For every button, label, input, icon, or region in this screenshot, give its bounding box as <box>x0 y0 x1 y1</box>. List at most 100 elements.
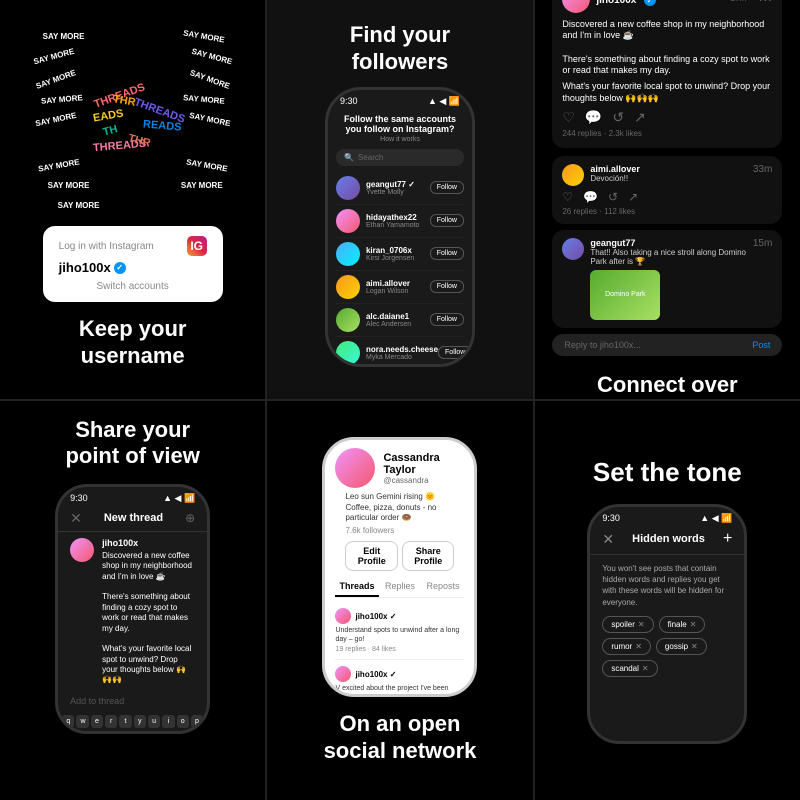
reply-1-time: 33m <box>753 164 772 175</box>
say-more-14: SAY MORE <box>34 110 77 127</box>
profile-buttons: Edit Profile Share Profile <box>335 541 464 577</box>
profile-top: Cassandra Taylor @cassandra <box>335 448 464 488</box>
say-more-12: SAY MORE <box>40 93 82 106</box>
tag-rumor-remove[interactable]: ✕ <box>635 642 642 651</box>
follow-btn-6[interactable]: Follow <box>438 346 472 359</box>
reply-1-stats: 26 replies · 112 likes <box>562 207 772 216</box>
followers-phone: 9:30 ▲ ◀ 📶 Follow the same accounts you … <box>325 87 475 367</box>
composer-text: Discovered a new coffee shop in my neigh… <box>102 551 195 686</box>
say-more-4: SAY MORE <box>190 46 233 66</box>
follow-avatar-3 <box>336 242 360 266</box>
main-post-time: 27m <box>731 0 747 3</box>
key-p[interactable]: p <box>191 715 203 728</box>
share-icon[interactable]: ↗ <box>634 109 646 126</box>
tag-spoiler[interactable]: spoiler ✕ <box>602 616 653 633</box>
tag-scandal[interactable]: scandal ✕ <box>602 660 657 677</box>
tag-finale-remove[interactable]: ✕ <box>690 620 697 629</box>
key-e[interactable]: e <box>91 715 103 728</box>
login-username: jiho100x ✓ <box>59 260 207 275</box>
key-w[interactable]: w <box>76 715 88 728</box>
say-more-11: SAY MORE <box>189 68 231 91</box>
key-t[interactable]: t <box>119 715 131 728</box>
edit-profile-btn[interactable]: Edit Profile <box>345 541 398 571</box>
more-options-icon: ··· <box>758 0 772 7</box>
pp-text-1: Understand spots to unwind after a long … <box>335 626 464 644</box>
tag-rumor[interactable]: rumor ✕ <box>602 638 651 655</box>
pp-stats-1: 19 replies · 84 likes <box>335 646 464 653</box>
find-followers-title: Find your followers <box>350 22 450 75</box>
compose-close-icon[interactable]: ✕ <box>70 510 82 527</box>
share-profile-btn[interactable]: Share Profile <box>402 541 455 571</box>
reply-1-text: Devoción!! <box>590 174 747 183</box>
cell-set-tone: Set the tone 9:30 ▲ ◀ 📶 ✕ Hidden words +… <box>535 401 800 800</box>
key-y[interactable]: y <box>134 715 146 728</box>
tone-close-icon[interactable]: ✕ <box>602 531 614 548</box>
follow-btn-5[interactable]: Follow <box>430 313 464 326</box>
open-network-title: On an open social network <box>324 711 477 764</box>
follow-item-4: aimi.allover Logan Wilson Follow <box>336 271 464 304</box>
switch-accounts[interactable]: Switch accounts <box>59 281 207 292</box>
tone-description: You won't see posts that contain hidden … <box>590 555 744 616</box>
composer-avatar <box>70 538 94 562</box>
profile-tabs: Threads Replies Reposts <box>335 577 464 598</box>
say-more-15: SAY MORE <box>188 110 231 127</box>
say-more-8: SAY MORE <box>181 181 223 190</box>
cell-connect-conversation: jiho100x ✓ 27m ··· Discovered a new coff… <box>535 0 800 399</box>
reply-input[interactable]: Reply to jiho100x... Post <box>552 334 782 356</box>
key-i[interactable]: i <box>162 715 174 728</box>
profile-name: Cassandra Taylor <box>383 452 464 476</box>
compose-phone: 9:30 ▲ ◀ 📶 ✕ New thread ⊕ jiho100x Disco… <box>55 484 210 734</box>
key-u[interactable]: u <box>148 715 160 728</box>
follow-btn-3[interactable]: Follow <box>430 247 464 260</box>
key-o[interactable]: o <box>177 715 189 728</box>
keep-username-text: Keep your username <box>79 316 187 369</box>
compose-title: New thread <box>104 512 163 524</box>
tone-add-icon[interactable]: + <box>723 530 732 548</box>
tab-threads[interactable]: Threads <box>335 577 378 597</box>
login-card[interactable]: Log in with Instagram IG jiho100x ✓ Swit… <box>43 226 223 302</box>
key-q[interactable]: q <box>62 715 74 728</box>
tag-gossip[interactable]: gossip ✕ <box>656 638 707 655</box>
compose-options-icon[interactable]: ⊕ <box>185 511 195 525</box>
comment-icon[interactable]: 💬 <box>585 109 602 126</box>
follow-sub: How it works <box>336 136 464 143</box>
add-thread-label[interactable]: Add to thread <box>58 690 207 712</box>
tag-finale[interactable]: finale ✕ <box>659 616 706 633</box>
search-bar[interactable]: 🔍 Search <box>336 149 464 166</box>
reply-1-content: aimi.allover Devoción!! <box>590 164 747 183</box>
verified-badge: ✓ <box>114 262 126 274</box>
tab-reposts[interactable]: Reposts <box>422 577 465 597</box>
tag-spoiler-remove[interactable]: ✕ <box>638 620 645 629</box>
follow-btn-4[interactable]: Follow <box>430 280 464 293</box>
reply-1-share-icon[interactable]: ↗ <box>628 190 638 204</box>
pp-user-1: jiho100x ✓ <box>335 608 464 624</box>
tag-gossip-remove[interactable]: ✕ <box>691 642 698 651</box>
reply-1-comment-icon[interactable]: 💬 <box>583 190 598 204</box>
thread-t6: READS <box>142 118 181 133</box>
keyboard: q w e r t y u i o p <box>58 712 207 731</box>
follow-btn-2[interactable]: Follow <box>430 214 464 227</box>
composer-content: jiho100x Discovered a new coffee shop in… <box>102 538 195 686</box>
follow-btn-1[interactable]: Follow <box>430 181 464 194</box>
heart-icon[interactable]: ♡ <box>562 109 575 126</box>
say-more-1: SAY MORE <box>43 32 85 41</box>
follow-item-5: alc.daiane1 Alec Andersen Follow <box>336 304 464 337</box>
follow-info-6: nora.needs.cheese Myka Mercado <box>366 345 438 361</box>
pp-avatar-2 <box>335 666 351 682</box>
profile-name-section: Cassandra Taylor @cassandra <box>383 452 464 485</box>
tab-replies[interactable]: Replies <box>379 577 422 597</box>
key-r[interactable]: r <box>105 715 117 728</box>
tag-scandal-remove[interactable]: ✕ <box>642 664 649 673</box>
main-post-actions: ♡ 💬 ↺ ↗ <box>562 109 772 126</box>
tone-phone: 9:30 ▲ ◀ 📶 ✕ Hidden words + You won't se… <box>587 504 747 744</box>
repost-icon[interactable]: ↺ <box>612 109 624 126</box>
profile-post-2: jiho100x ✓ V excited about the project I… <box>335 666 464 697</box>
main-post-username: jiho100x <box>596 0 636 6</box>
phone-content: Follow the same accounts you follow on I… <box>328 110 472 367</box>
follow-avatar-5 <box>336 308 360 332</box>
reply-1-heart-icon[interactable]: ♡ <box>562 190 573 204</box>
reply-1-repost-icon[interactable]: ↺ <box>608 190 618 204</box>
reply-post-btn[interactable]: Post <box>752 340 770 350</box>
main-post-prompt: What's your favorite local spot to unwin… <box>562 81 772 104</box>
search-icon: 🔍 <box>344 153 354 162</box>
